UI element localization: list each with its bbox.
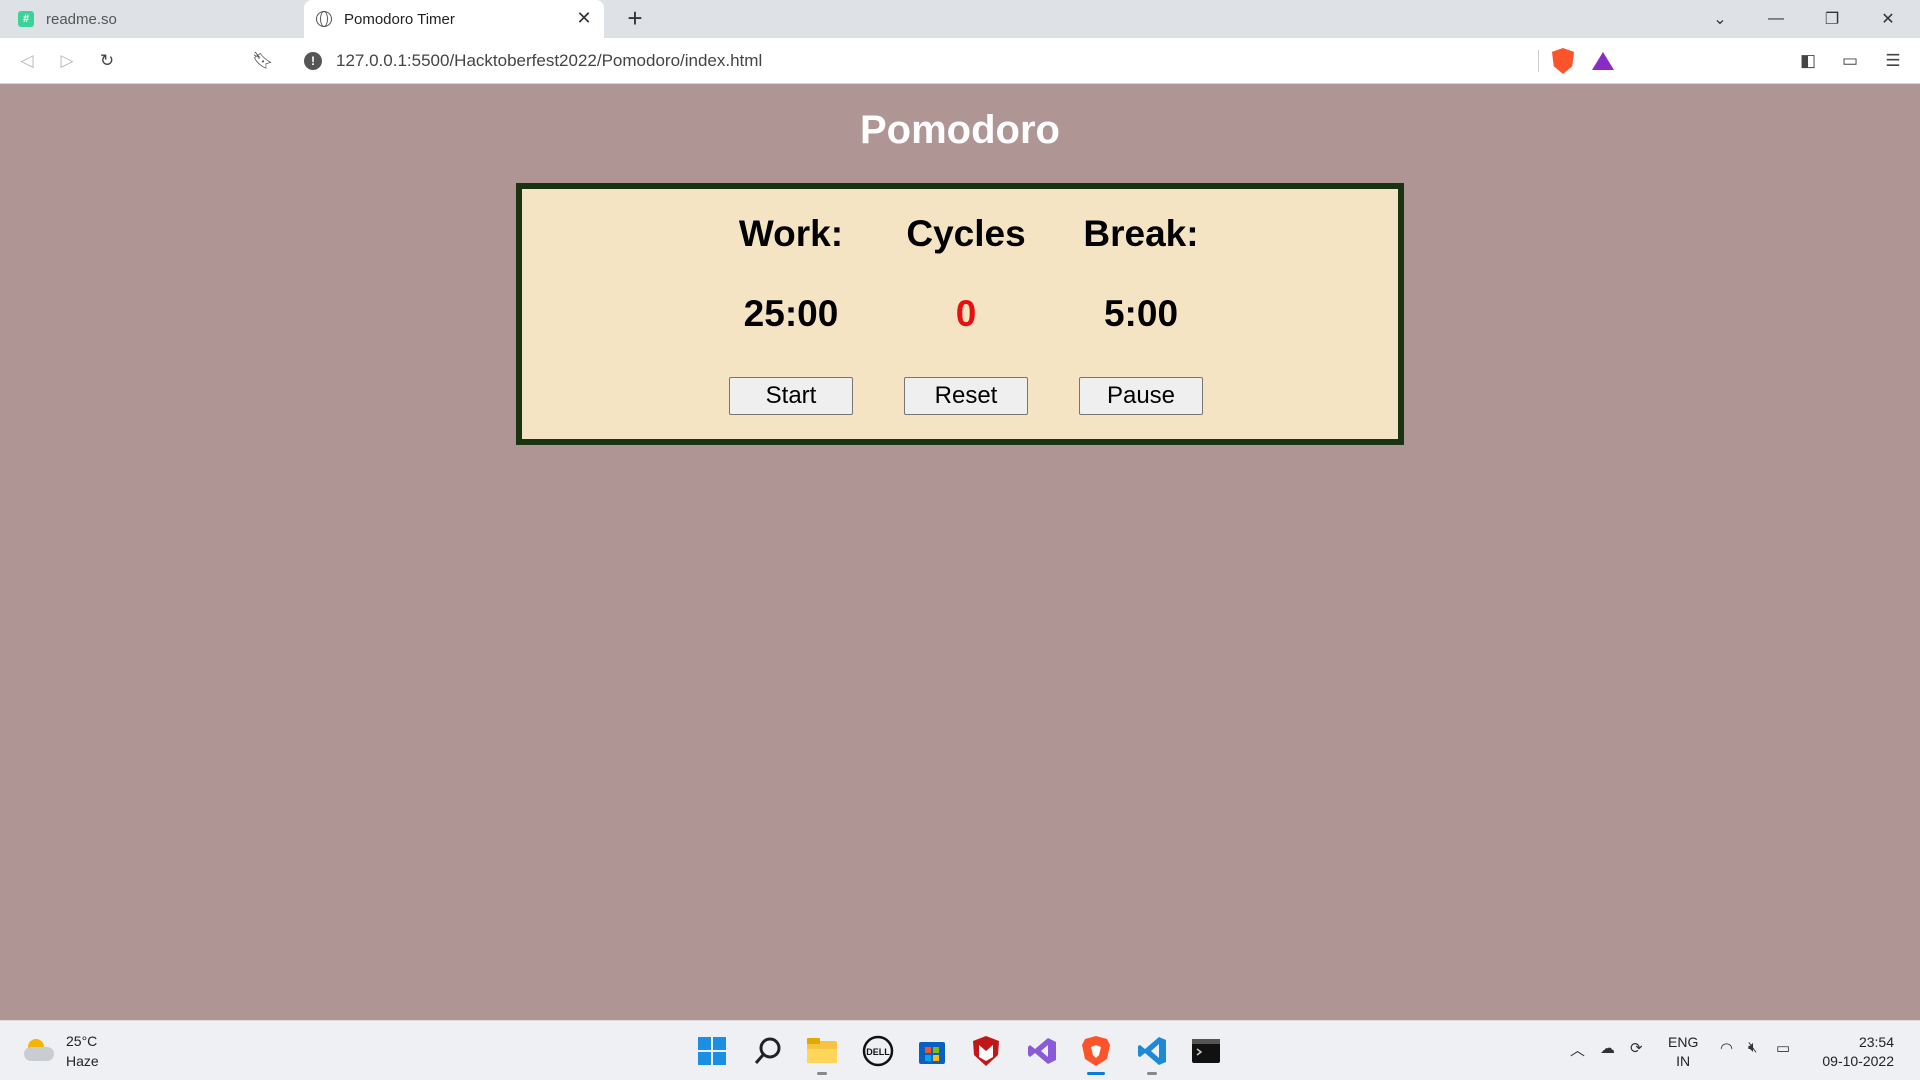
- running-indicator: [1147, 1072, 1157, 1075]
- sync-icon[interactable]: ⟳: [1630, 1039, 1643, 1057]
- brave-shields-icon[interactable]: [1552, 48, 1574, 74]
- pomodoro-panel: Work: 25:00 Start Cycles 0 Reset Break: …: [516, 183, 1404, 445]
- store-icon[interactable]: [914, 1033, 950, 1069]
- onedrive-icon[interactable]: ☁: [1600, 1039, 1615, 1057]
- dell-icon[interactable]: DELL: [860, 1033, 896, 1069]
- vscode-icon[interactable]: [1134, 1033, 1170, 1075]
- mcafee-icon[interactable]: [968, 1033, 1004, 1069]
- break-timer: 5:00: [1103, 293, 1179, 334]
- work-timer: 25:00: [743, 293, 839, 334]
- language-indicator[interactable]: ENG IN: [1668, 1033, 1698, 1071]
- weather-description[interactable]: Haze: [66, 1053, 99, 1069]
- break-label: Break:: [1083, 213, 1199, 254]
- new-tab-button[interactable]: +: [620, 4, 650, 34]
- wallet-icon[interactable]: ▭: [1837, 48, 1863, 74]
- language-region: IN: [1676, 1053, 1691, 1069]
- browser-tab-strip: # readme.so Pomodoro Timer ✕ + ⌄ — ❐ ✕: [0, 0, 1920, 38]
- sidebar-icon[interactable]: ◧: [1795, 48, 1821, 74]
- work-label: Work:: [738, 213, 844, 254]
- system-clock[interactable]: 23:54 09-10-2022: [1822, 1033, 1894, 1071]
- taskbar: 25°C Haze DELL ︿ ☁ ⟳ ENG IN ◠ 🔇︎ ▭ 23:54…: [0, 1020, 1920, 1080]
- minimize-icon[interactable]: —: [1748, 0, 1804, 38]
- page-title: Pomodoro: [860, 108, 1060, 152]
- forward-icon[interactable]: ▷: [54, 48, 80, 74]
- tab-label: readme.so: [46, 10, 117, 28]
- file-explorer-icon[interactable]: [804, 1033, 840, 1075]
- tab-search-icon[interactable]: ⌄: [1692, 0, 1748, 38]
- svg-text:DELL: DELL: [866, 1047, 890, 1057]
- start-icon[interactable]: [694, 1033, 730, 1069]
- terminal-icon[interactable]: [1188, 1033, 1224, 1069]
- tab-label: Pomodoro Timer: [344, 10, 455, 28]
- battery-icon[interactable]: ▭: [1776, 1039, 1790, 1057]
- site-info-icon[interactable]: !: [304, 52, 322, 70]
- bookmark-icon[interactable]: 🔖︎: [250, 48, 276, 74]
- url-text: 127.0.0.1:5500/Hacktoberfest2022/Pomodor…: [336, 51, 763, 70]
- visual-studio-icon[interactable]: [1024, 1033, 1060, 1069]
- cycles-count: 0: [955, 293, 977, 334]
- weather-icon[interactable]: [24, 1037, 54, 1063]
- wifi-icon[interactable]: ◠: [1720, 1039, 1733, 1057]
- divider: [1538, 50, 1539, 72]
- clock-time: 23:54: [1858, 1034, 1894, 1050]
- restore-icon[interactable]: ❐: [1804, 0, 1860, 38]
- reload-icon[interactable]: ↻: [94, 48, 120, 74]
- back-icon[interactable]: ◁: [14, 48, 40, 74]
- volume-muted-icon[interactable]: 🔇︎: [1748, 1039, 1757, 1056]
- brave-icon[interactable]: [1078, 1033, 1114, 1075]
- cycles-label: Cycles: [906, 213, 1026, 254]
- tab-pomodoro-timer[interactable]: Pomodoro Timer ✕: [304, 0, 604, 38]
- globe-icon: [316, 11, 332, 27]
- close-tab-icon[interactable]: ✕: [574, 8, 594, 28]
- language-code: ENG: [1668, 1034, 1699, 1050]
- address-bar[interactable]: ! 127.0.0.1:5500/Hacktoberfest2022/Pomod…: [292, 44, 1628, 78]
- menu-icon[interactable]: ☰: [1880, 48, 1906, 74]
- browser-toolbar: ◁ ▷ ↻ 🔖︎ ! 127.0.0.1:5500/Hacktoberfest2…: [0, 38, 1920, 84]
- reset-button[interactable]: Reset: [904, 377, 1028, 415]
- readme-favicon-icon: #: [18, 11, 34, 27]
- pause-button[interactable]: Pause: [1079, 377, 1203, 415]
- search-icon[interactable]: [750, 1033, 786, 1069]
- chevron-up-icon[interactable]: ︿: [1570, 1039, 1585, 1060]
- start-button[interactable]: Start: [729, 377, 853, 415]
- tab-readme[interactable]: # readme.so: [0, 0, 304, 38]
- clock-date: 09-10-2022: [1822, 1053, 1894, 1069]
- active-indicator: [1087, 1072, 1105, 1075]
- close-window-icon[interactable]: ✕: [1860, 0, 1916, 38]
- running-indicator: [817, 1072, 827, 1075]
- weather-temperature[interactable]: 25°C: [66, 1033, 97, 1049]
- brave-rewards-icon[interactable]: [1592, 52, 1614, 70]
